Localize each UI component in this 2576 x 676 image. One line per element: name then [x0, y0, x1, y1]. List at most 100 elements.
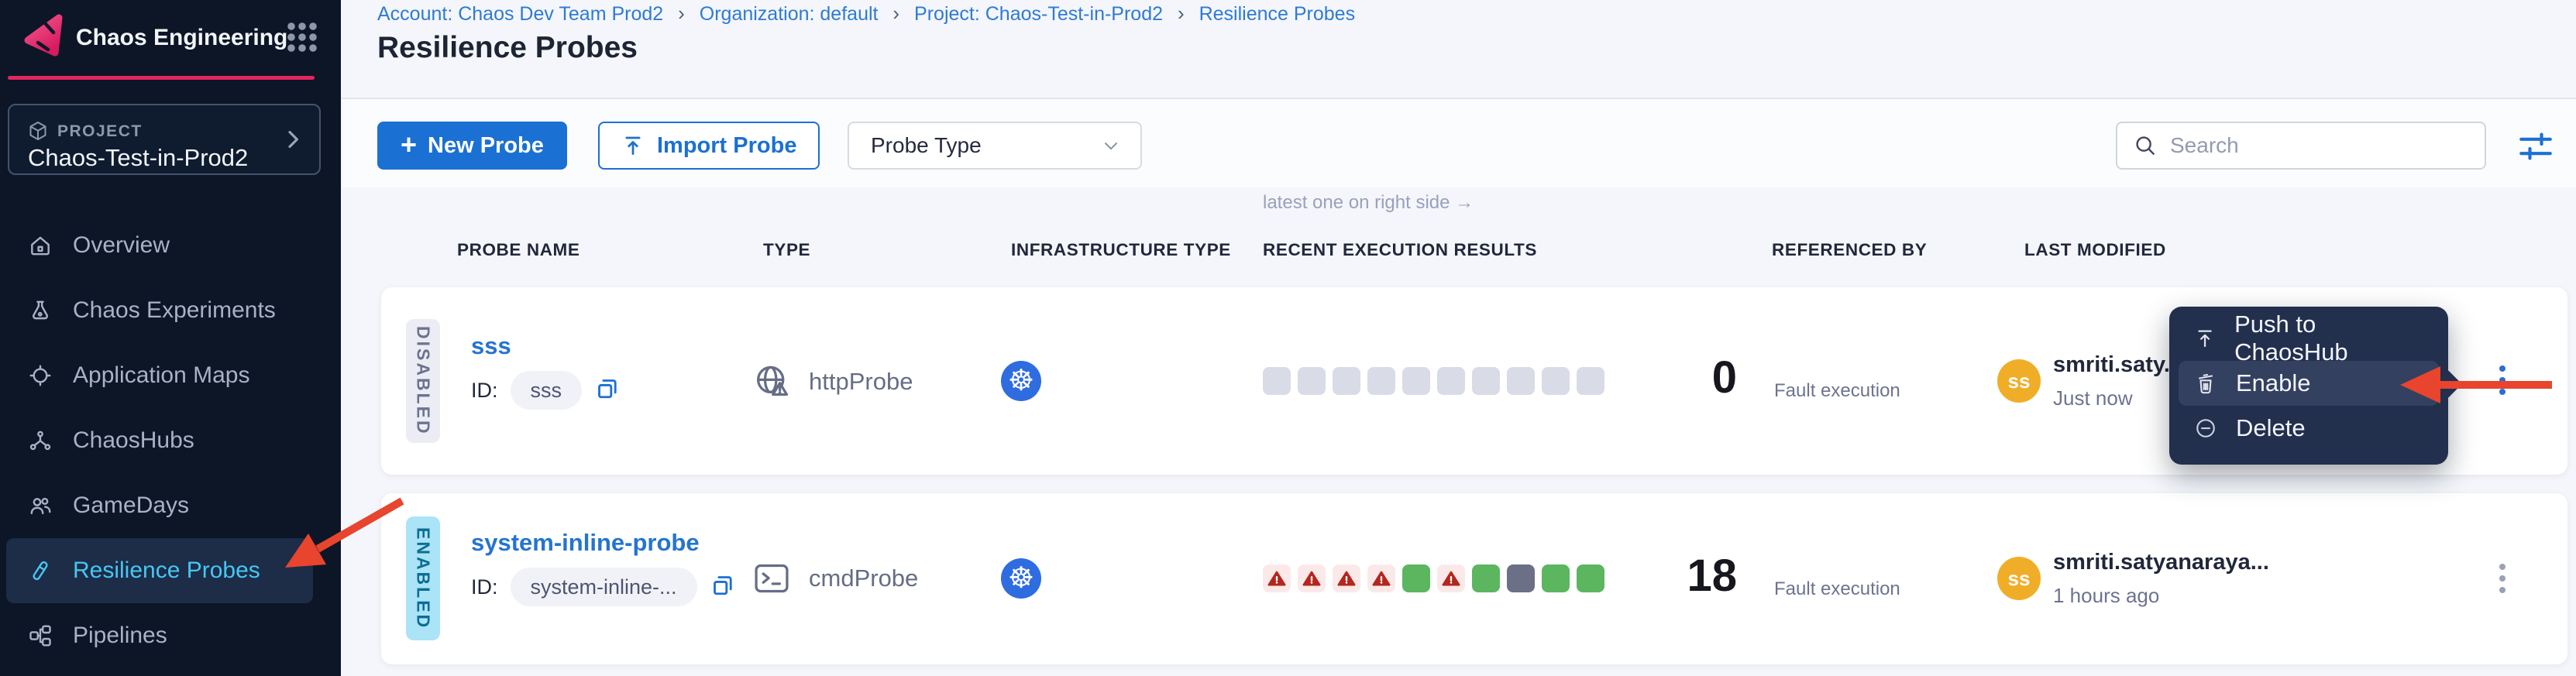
page-title: Resilience Probes: [377, 31, 638, 65]
search-input[interactable]: [2170, 133, 2469, 158]
execution-result-failed: [1263, 564, 1291, 592]
app-window: Chaos Engineering PROJECT Chaos-Test-in-…: [0, 0, 2576, 676]
execution-result-failed: [1298, 564, 1326, 592]
status-badge: ENABLED: [406, 516, 440, 640]
probe-type-text: cmdProbe: [809, 564, 918, 592]
sidebar-item-label: Overview: [73, 232, 170, 259]
breadcrumb-separator: ›: [1168, 2, 1194, 25]
warning-icon: [1371, 568, 1391, 588]
execution-result-none: [1542, 367, 1570, 395]
sidebar-item-chaoshubs[interactable]: ChaosHubs: [6, 408, 313, 473]
breadcrumb-organization[interactable]: Organization: default: [700, 3, 879, 25]
brand-divider: [8, 76, 315, 80]
copy-icon[interactable]: [710, 572, 736, 599]
sidebar-nav: Overview Chaos Experiments Application M…: [0, 213, 341, 668]
menu-item-delete[interactable]: Delete: [2179, 406, 2439, 451]
execution-result-failed: [1367, 564, 1395, 592]
sidebar-item-resilience-probes[interactable]: Resilience Probes: [6, 538, 313, 603]
row-menu-button[interactable]: [2485, 355, 2519, 405]
sidebar-item-gamedays[interactable]: GameDays: [6, 473, 313, 538]
project-selector[interactable]: PROJECT Chaos-Test-in-Prod2: [8, 104, 321, 175]
column-header-probe-name: PROBE NAME: [457, 240, 580, 260]
warning-icon: [1336, 568, 1357, 588]
hub-icon: [28, 428, 53, 453]
import-icon: [621, 134, 645, 157]
warning-icon: [1441, 568, 1461, 588]
sidebar-item-overview[interactable]: Overview: [6, 213, 313, 278]
filter-icon[interactable]: [2516, 127, 2555, 166]
warning-icon: [1302, 568, 1322, 588]
menu-item-label: Enable: [2236, 369, 2311, 397]
sidebar: Chaos Engineering PROJECT Chaos-Test-in-…: [0, 0, 341, 676]
probe-type-label: Probe Type: [871, 133, 1100, 158]
import-probe-button[interactable]: Import Probe: [598, 122, 820, 170]
sidebar-item-label: ChaosHubs: [73, 427, 194, 454]
execution-result-na: [1507, 564, 1535, 592]
chevron-right-icon: [280, 127, 305, 152]
breadcrumb-account[interactable]: Account: Chaos Dev Team Prod2: [377, 3, 663, 25]
probe-type-cell: cmdProbe: [751, 555, 918, 602]
menu-item-enable[interactable]: Enable: [2179, 361, 2439, 406]
app-title: Chaos Engineering: [76, 25, 287, 51]
copy-icon[interactable]: [594, 376, 621, 402]
execution-result-none: [1472, 367, 1500, 395]
flask-icon: [28, 298, 53, 323]
modified-by: smriti.satyanaraya...: [2053, 550, 2309, 575]
execution-result-none: [1333, 367, 1360, 395]
menu-item-label: Push to ChaosHub: [2234, 311, 2423, 366]
avatar: ss: [1997, 359, 2041, 403]
execution-result-failed: [1437, 564, 1465, 592]
sidebar-item-chaos-experiments[interactable]: Chaos Experiments: [6, 278, 313, 343]
module-grid-icon[interactable]: [284, 19, 321, 56]
import-probe-label: Import Probe: [657, 133, 796, 159]
cmd-probe-icon: [751, 558, 792, 599]
execution-result-none: [1263, 367, 1291, 395]
plus-icon: +: [401, 129, 417, 161]
http-probe-icon: [751, 362, 792, 402]
execution-result-passed: [1472, 564, 1500, 592]
menu-item-label: Delete: [2236, 414, 2306, 442]
probe-type-text: httpProbe: [809, 368, 913, 396]
execution-result-failed: [1333, 564, 1360, 592]
probe-id-value: system-inline-...: [511, 568, 697, 606]
breadcrumb: Account: Chaos Dev Team Prod2 › Organiza…: [377, 2, 1355, 26]
sidebar-item-label: GameDays: [73, 492, 189, 519]
recent-execution-results: [1263, 564, 1604, 592]
probe-id-value: sss: [511, 371, 583, 410]
modified-time: Just now: [2053, 386, 2133, 410]
probe-icon: [28, 558, 53, 583]
column-header-infrastructure-type: INFRASTRUCTURE TYPE: [1011, 240, 1231, 260]
referenced-by-label: Fault execution: [1774, 578, 1900, 600]
sidebar-item-application-maps[interactable]: Application Maps: [6, 343, 313, 408]
probe-id-row: ID: sss: [471, 371, 621, 410]
home-icon: [28, 233, 53, 258]
menu-item-push-to-chaoshub[interactable]: Push to ChaosHub: [2179, 316, 2439, 361]
execution-result-none: [1577, 367, 1604, 395]
new-probe-label: New Probe: [428, 133, 544, 159]
breadcrumb-current[interactable]: Resilience Probes: [1199, 3, 1356, 25]
column-header-recent-execution-results: RECENT EXECUTION RESULTS: [1263, 240, 1537, 260]
search-icon: [2133, 133, 2158, 158]
breadcrumb-separator: ›: [669, 2, 694, 25]
push-icon: [2194, 327, 2216, 350]
row-context-menu: Push to ChaosHub Enable Delete: [2169, 307, 2448, 465]
project-name: Chaos-Test-in-Prod2: [28, 144, 248, 172]
table-row-system-inline-probe[interactable]: ENABLED system-inline-probe ID: system-i…: [381, 493, 2567, 664]
probe-name-link[interactable]: sss: [471, 332, 511, 360]
referenced-by-count: 18: [1636, 554, 1737, 599]
row-menu-button[interactable]: [2485, 554, 2519, 603]
minus-circle-icon: [2194, 417, 2217, 440]
status-badge: DISABLED: [406, 319, 440, 443]
chaos-engineering-logo-icon: [20, 11, 67, 57]
execution-result-none: [1367, 367, 1395, 395]
trash-icon: [2194, 372, 2217, 395]
kubernetes-icon: ☸: [1001, 361, 1041, 401]
sidebar-item-label: Application Maps: [73, 362, 249, 389]
probe-type-select[interactable]: Probe Type: [848, 122, 1142, 170]
breadcrumb-project[interactable]: Project: Chaos-Test-in-Prod2: [914, 3, 1163, 25]
sidebar-item-pipelines[interactable]: Pipelines: [6, 603, 313, 668]
sidebar-item-label: Resilience Probes: [73, 558, 260, 584]
column-header-referenced-by: REFERENCED BY: [1772, 240, 1927, 260]
new-probe-button[interactable]: + New Probe: [377, 122, 567, 170]
probe-name-link[interactable]: system-inline-probe: [471, 529, 700, 557]
